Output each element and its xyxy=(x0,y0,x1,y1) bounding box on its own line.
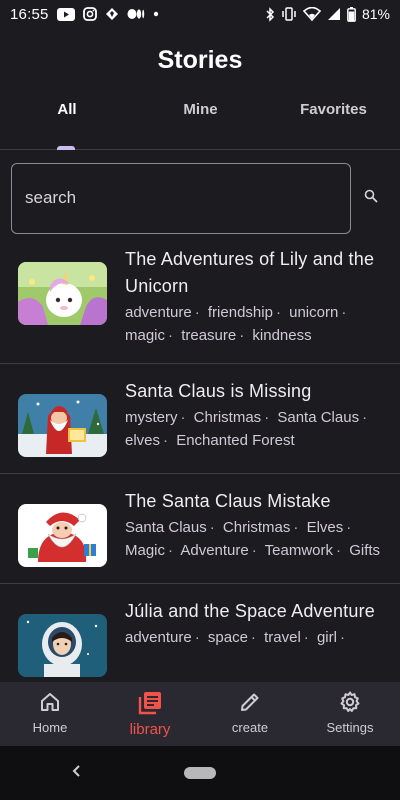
story-tags: mystery · Christmas · Santa Claus · elves · … xyxy=(125,409,368,449)
story-tag: friendship xyxy=(207,304,273,321)
story-tag: kindness xyxy=(252,326,312,344)
story-thumbnail xyxy=(18,614,107,677)
tab-all[interactable]: All xyxy=(0,94,134,149)
status-time: 16:55 xyxy=(10,5,49,23)
nav-create-label: create xyxy=(231,720,269,735)
youtube-icon xyxy=(56,7,75,21)
search-button[interactable] xyxy=(353,180,389,216)
story-list[interactable]: The Adventures of Lily and the Unicorn a… xyxy=(0,232,400,682)
battery-percent: 81% xyxy=(361,6,390,22)
story-title: The Santa Claus Mistake xyxy=(125,491,331,511)
tab-favorites[interactable]: Favorites xyxy=(267,94,400,149)
status-right: 81% xyxy=(265,6,390,22)
story-tag: unicorn xyxy=(289,304,339,321)
story-tag: mystery xyxy=(125,409,178,426)
story-thumbnail xyxy=(18,504,107,567)
nav-settings-label: Settings xyxy=(326,720,374,735)
nav-library-label: library xyxy=(129,721,171,738)
vibrate-icon xyxy=(281,7,297,21)
story-tag: space xyxy=(207,629,248,646)
story-item[interactable]: Júlia and the Space Adventure adventure ·… xyxy=(0,584,400,682)
bluetooth-icon xyxy=(265,6,275,22)
nav-home-label: Home xyxy=(32,720,68,735)
home-icon xyxy=(38,690,62,717)
story-tag: magic xyxy=(125,326,166,344)
story-title: Santa Claus is Missing xyxy=(125,381,312,401)
search-row xyxy=(0,162,400,234)
pencil-icon xyxy=(238,690,262,717)
story-tag: Santa Claus xyxy=(277,409,360,426)
active-tab-indicator xyxy=(57,146,75,150)
status-bar: 16:55 81% xyxy=(0,0,400,28)
notification-icon xyxy=(105,7,119,21)
story-tag: treasure xyxy=(181,326,237,344)
dot-icon xyxy=(153,11,159,17)
story-item[interactable]: The Santa Claus Mistake Santa Claus · Chr… xyxy=(0,474,400,584)
story-tag: Christmas xyxy=(222,519,291,536)
nav-home[interactable]: Home xyxy=(0,682,100,746)
tab-mine-label: Mine xyxy=(183,101,218,118)
search-icon xyxy=(364,189,378,208)
story-tag: Magic xyxy=(125,541,166,559)
story-text: Júlia and the Space Adventure adventure ·… xyxy=(125,598,382,677)
story-tag: girl xyxy=(316,629,337,646)
story-tag: Gifts xyxy=(349,541,381,559)
wifi-icon xyxy=(302,7,321,21)
page-title: Stories xyxy=(157,46,243,74)
story-tag: travel xyxy=(264,629,301,646)
story-tag: adventure xyxy=(125,629,192,646)
story-title: The Adventures of Lily and the Unicorn xyxy=(125,249,375,296)
story-tags: adventure · friendship · unicorn · magic · t… xyxy=(125,304,347,344)
library-icon xyxy=(137,690,163,720)
story-tag: Adventure xyxy=(180,541,249,559)
story-tags: Santa Claus · Christmas · Elves · Magic · Ad… xyxy=(125,519,381,559)
story-tag: Teamwork xyxy=(264,541,334,559)
story-tag: Enchanted Forest xyxy=(176,431,295,449)
tab-all-label: All xyxy=(57,101,77,118)
story-text: The Adventures of Lily and the Unicorn a… xyxy=(125,246,382,347)
story-tag: Elves xyxy=(306,519,344,536)
story-title: Júlia and the Space Adventure xyxy=(125,601,375,621)
story-tags: adventure · space · travel · girl · xyxy=(125,629,345,646)
story-tag: Santa Claus xyxy=(125,519,207,536)
nav-create[interactable]: create xyxy=(200,682,300,746)
search-input[interactable] xyxy=(11,162,352,234)
tab-bar: All Mine Favorites xyxy=(0,94,400,150)
story-item[interactable]: The Adventures of Lily and the Unicorn a… xyxy=(0,232,400,364)
nav-settings[interactable]: Settings xyxy=(300,682,400,746)
story-text: The Santa Claus Mistake Santa Claus · Chr… xyxy=(125,488,382,567)
tab-favorites-label: Favorites xyxy=(300,101,367,118)
battery-icon xyxy=(347,6,356,22)
tab-mine[interactable]: Mine xyxy=(134,94,267,149)
story-tag: Christmas xyxy=(193,409,262,426)
nav-library[interactable]: library xyxy=(100,682,200,746)
story-text: Santa Claus is Missing mystery · Christma… xyxy=(125,378,382,457)
story-item[interactable]: Santa Claus is Missing mystery · Christma… xyxy=(0,364,400,474)
system-navigation-bar xyxy=(0,746,400,800)
medium-icon xyxy=(127,8,145,20)
instagram-icon xyxy=(82,7,97,21)
chevron-left-icon xyxy=(71,764,83,783)
story-tag: elves xyxy=(125,431,161,449)
story-tag: adventure xyxy=(125,304,192,321)
bottom-navigation: Home library create Settings xyxy=(0,682,400,746)
back-button[interactable] xyxy=(66,762,88,784)
home-gesture-pill[interactable] xyxy=(184,767,216,779)
story-thumbnail xyxy=(18,394,107,457)
gear-icon xyxy=(338,690,362,717)
status-left: 16:55 xyxy=(10,6,159,23)
signal-icon xyxy=(327,7,341,21)
story-thumbnail xyxy=(18,262,107,325)
